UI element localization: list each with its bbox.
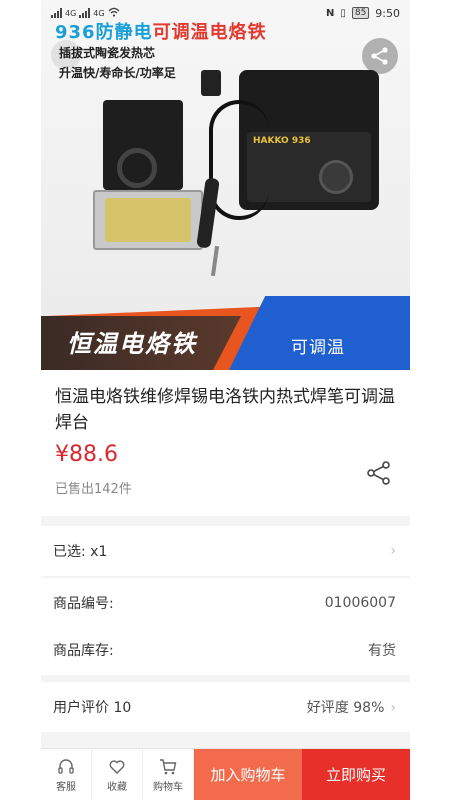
- share-icon: [367, 461, 390, 485]
- back-button[interactable]: [51, 40, 81, 70]
- product-code-value: 01006007: [324, 595, 396, 611]
- iron-cable: [209, 100, 269, 220]
- product-code-label: 商品编号:: [53, 596, 114, 612]
- customer-service-button[interactable]: 客服: [41, 749, 92, 800]
- customer-service-label: 客服: [56, 781, 76, 793]
- status-right: N ▯ 85 9:50: [326, 7, 400, 20]
- stock-row: 商品库存: 有货: [41, 625, 410, 675]
- share-button[interactable]: [362, 38, 398, 74]
- product-image[interactable]: 936防静电可调温电烙铁 插拔式陶瓷发热芯 升温快/寿命长/功率足 HAKKO …: [41, 0, 410, 370]
- network-type: 4G: [65, 8, 77, 18]
- banner-main-text: 恒温电烙铁: [67, 330, 197, 358]
- share-icon: [371, 47, 388, 65]
- nfc-icon: N: [325, 7, 335, 19]
- iron-tip: [210, 245, 220, 277]
- cleaning-sponge: [105, 198, 191, 242]
- power-plug: [201, 70, 221, 96]
- app-screen: 936防静电可调温电烙铁 插拔式陶瓷发热芯 升温快/寿命长/功率足 HAKKO …: [41, 0, 410, 800]
- right-margin: [410, 0, 450, 800]
- chevron-right-icon: ›: [390, 543, 396, 559]
- status-bar: 4G 4G N ▯ 85 9:50: [41, 0, 410, 26]
- stock-label: 商品库存:: [53, 643, 114, 659]
- selected-label: 已选:: [53, 544, 86, 560]
- positive-rate: 好评度 98%: [306, 700, 385, 716]
- favorite-button[interactable]: 收藏: [92, 749, 143, 800]
- network-type-2: 4G: [93, 8, 105, 18]
- cart-button[interactable]: 购物车: [143, 749, 194, 800]
- hero-feature-2: 升温快/寿命长/功率足: [59, 66, 176, 80]
- left-margin: [0, 0, 40, 800]
- product-code-row: 商品编号: 01006007: [41, 578, 410, 628]
- banner-side-text: 可调温: [291, 338, 345, 358]
- selected-value: x1: [90, 544, 108, 560]
- battery-icon: 85: [351, 7, 370, 19]
- temperature-knob: [319, 160, 353, 194]
- stock-value: 有货: [368, 643, 396, 659]
- reviews-row[interactable]: 用户评价 10 好评度 98% ›: [41, 682, 410, 732]
- wifi-icon: [108, 7, 120, 20]
- signal-icon-2: [79, 8, 91, 18]
- reviews-label: 用户评价 10: [53, 700, 132, 716]
- sold-count: 已售出142件: [55, 482, 132, 497]
- buy-now-button[interactable]: 立即购买: [302, 749, 410, 800]
- heart-icon: [109, 759, 125, 774]
- phone-frame: 936防静电可调温电烙铁 插拔式陶瓷发热芯 升温快/寿命长/功率足 HAKKO …: [0, 0, 450, 800]
- add-to-cart-button[interactable]: 加入购物车: [194, 749, 302, 800]
- clock: 9:50: [375, 6, 400, 20]
- share-button-info[interactable]: [366, 460, 392, 486]
- product-info: 恒温电烙铁维修焊锡电洛铁内热式焊笔可调温焊台 ¥88.6 已售出142件: [41, 370, 410, 516]
- cart-icon: [160, 758, 177, 774]
- signal-icon: [51, 8, 62, 18]
- headset-icon: [58, 758, 74, 774]
- vibrate-icon: ▯: [340, 7, 346, 19]
- product-title: 恒温电烙铁维修焊锡电洛铁内热式焊笔可调温焊台: [55, 387, 395, 433]
- bottom-action-bar: 客服 收藏 购物车 加入购物车 立即购买: [41, 748, 410, 800]
- favorite-label: 收藏: [107, 781, 127, 793]
- cart-label: 购物车: [153, 781, 183, 793]
- selected-spec-row[interactable]: 已选: x1 ›: [41, 526, 410, 576]
- status-left: 4G 4G: [51, 7, 120, 20]
- chevron-right-icon: ›: [390, 700, 396, 716]
- holder-coil: [117, 148, 157, 188]
- product-price: ¥88.6: [55, 442, 118, 467]
